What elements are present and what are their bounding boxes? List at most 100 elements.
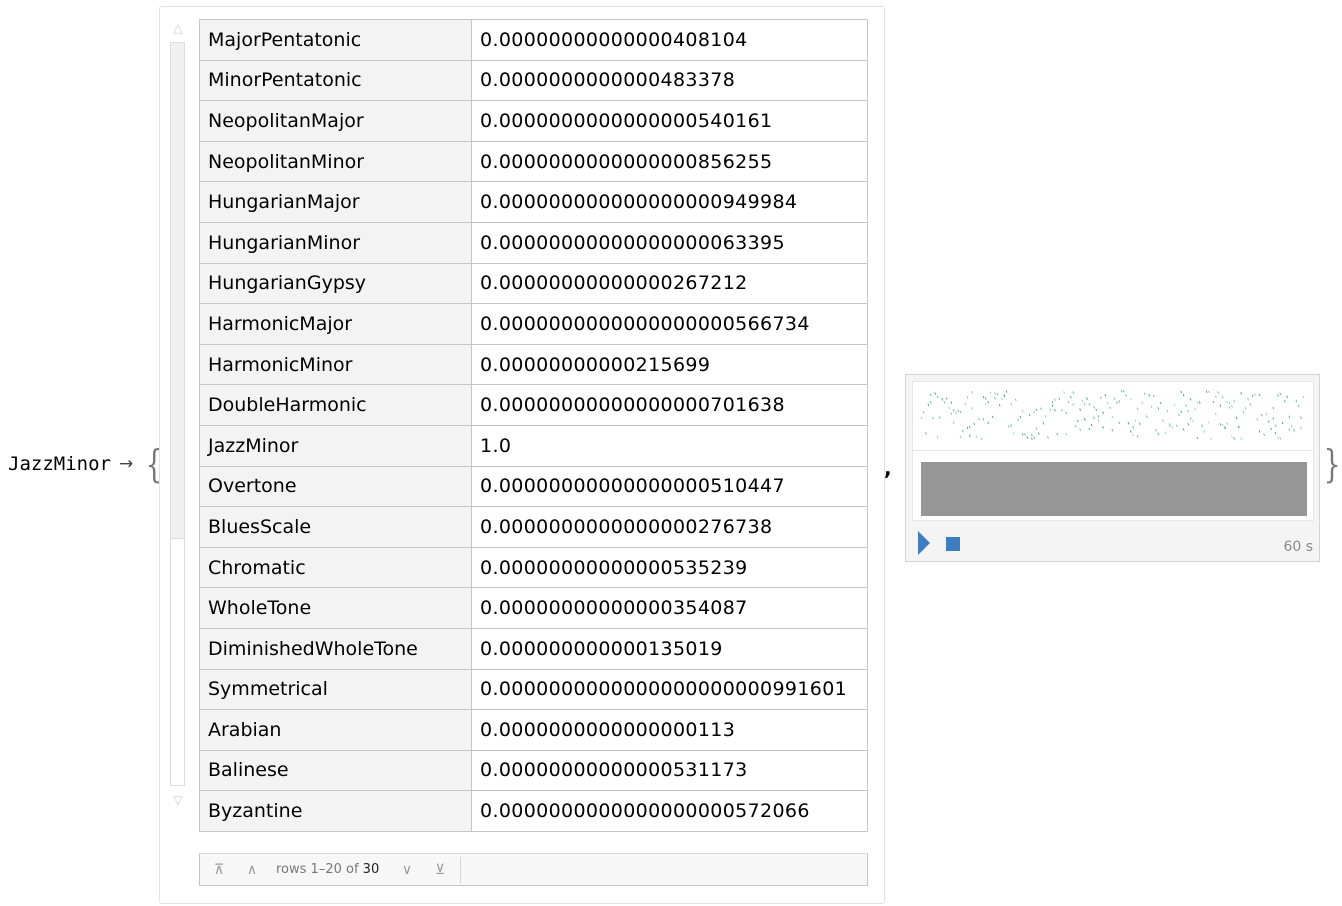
vertical-scrollbar[interactable]: △ ▽	[170, 20, 186, 810]
note-mark	[964, 402, 967, 406]
note-mark	[1157, 432, 1160, 436]
note-mark	[938, 416, 941, 419]
first-page-icon[interactable]: ⊼	[209, 861, 229, 879]
note-mark	[1143, 392, 1146, 396]
note-mark	[971, 391, 973, 394]
note-mark	[1111, 415, 1114, 419]
note-mark	[1240, 437, 1243, 440]
stop-icon[interactable]	[946, 537, 960, 551]
note-mark	[968, 425, 971, 429]
note-mark	[1021, 433, 1024, 436]
note-mark	[1279, 437, 1282, 440]
note-mark	[1290, 425, 1293, 428]
note-mark	[1035, 427, 1038, 430]
row-key: Overtone	[199, 465, 472, 508]
row-key: DiminishedWholeTone	[199, 627, 472, 670]
scroll-track[interactable]	[170, 42, 185, 786]
note-roll	[920, 389, 1305, 441]
row-key: Arabian	[199, 709, 472, 751]
note-mark	[1079, 428, 1082, 431]
note-mark	[1235, 416, 1238, 420]
note-mark	[1237, 425, 1240, 429]
note-mark	[1277, 436, 1279, 440]
table-row: HarmonicMinor 0.00000000000215699	[199, 343, 868, 386]
note-mark	[1111, 428, 1114, 432]
note-mark	[1127, 422, 1130, 425]
note-mark	[1217, 391, 1220, 394]
note-mark	[950, 412, 953, 415]
scroll-up-arrow-icon[interactable]: △	[170, 20, 186, 36]
table-row: Balinese 0.00000000000000531173	[199, 749, 868, 792]
note-mark	[1191, 420, 1194, 423]
table-row: DiminishedWholeTone 0.000000000000135019	[199, 627, 868, 670]
rule-arrow: →	[119, 454, 134, 474]
note-mark	[1145, 415, 1148, 418]
table-row: MajorPentatonic 0.00000000000000408104	[199, 19, 868, 61]
note-mark	[1093, 416, 1095, 420]
note-mark	[1021, 410, 1024, 413]
row-key: MinorPentatonic	[199, 59, 472, 102]
note-mark	[1283, 400, 1286, 403]
note-mark	[1122, 390, 1125, 393]
note-mark	[1093, 405, 1095, 409]
note-mark	[1288, 428, 1291, 431]
table-row: Chromatic 0.00000000000000535239	[199, 546, 868, 589]
row-value: 0.0000000000000000856255	[471, 140, 868, 183]
note-mark	[1053, 408, 1056, 412]
note-mark	[1198, 401, 1201, 404]
note-mark	[1244, 407, 1247, 410]
note-mark	[1086, 397, 1088, 400]
note-mark	[984, 402, 987, 406]
note-mark	[1150, 405, 1153, 409]
note-mark	[978, 417, 980, 421]
last-page-icon[interactable]: ⊻	[430, 861, 450, 879]
note-mark	[948, 406, 950, 410]
previous-page-icon[interactable]: ∧	[242, 861, 262, 879]
note-mark	[1033, 436, 1036, 440]
row-value: 0.00000000000000267212	[471, 262, 868, 305]
note-mark	[1173, 403, 1176, 406]
note-mark	[1196, 401, 1199, 404]
note-mark	[925, 432, 927, 435]
row-key: Symmetrical	[199, 668, 472, 711]
note-mark	[1279, 392, 1282, 396]
note-mark	[1129, 430, 1132, 433]
note-mark	[945, 397, 948, 400]
note-mark	[1277, 394, 1279, 397]
note-mark	[1267, 420, 1270, 423]
note-mark	[1051, 401, 1054, 404]
note-mark	[1219, 423, 1222, 426]
note-mark	[1297, 404, 1300, 408]
note-mark	[1132, 433, 1134, 437]
note-mark	[1139, 422, 1141, 426]
note-mark	[966, 426, 969, 430]
note-mark	[1286, 395, 1289, 399]
next-page-icon[interactable]: ∨	[397, 861, 417, 879]
rows-total: 30	[362, 862, 380, 877]
note-mark	[1088, 403, 1091, 406]
list-separator-comma: ,	[884, 456, 892, 480]
note-mark	[1187, 409, 1190, 413]
scroll-thumb[interactable]	[171, 43, 184, 539]
note-mark	[1118, 421, 1121, 425]
note-mark	[1152, 394, 1155, 398]
note-mark	[1010, 424, 1013, 427]
note-mark	[1017, 418, 1019, 422]
table-row: HungarianMajor 0.000000000000000000949984	[199, 181, 868, 223]
note-mark	[1056, 432, 1059, 436]
note-mark	[1180, 390, 1183, 394]
table-row: BluesScale 0.0000000000000000276738	[199, 506, 868, 548]
note-mark	[1141, 401, 1144, 405]
row-value: 0.000000000000135019	[471, 627, 868, 670]
note-mark	[1226, 422, 1229, 425]
note-mark	[1134, 419, 1137, 422]
note-mark	[1212, 400, 1215, 404]
play-icon[interactable]	[918, 531, 930, 555]
row-key: HungarianMinor	[199, 221, 472, 264]
note-mark	[1249, 403, 1252, 406]
note-mark	[955, 411, 957, 414]
note-mark	[1251, 394, 1254, 398]
note-mark	[952, 421, 955, 424]
scroll-down-arrow-icon[interactable]: ▽	[170, 792, 186, 808]
row-value: 0.0000000000000483378	[471, 59, 868, 102]
